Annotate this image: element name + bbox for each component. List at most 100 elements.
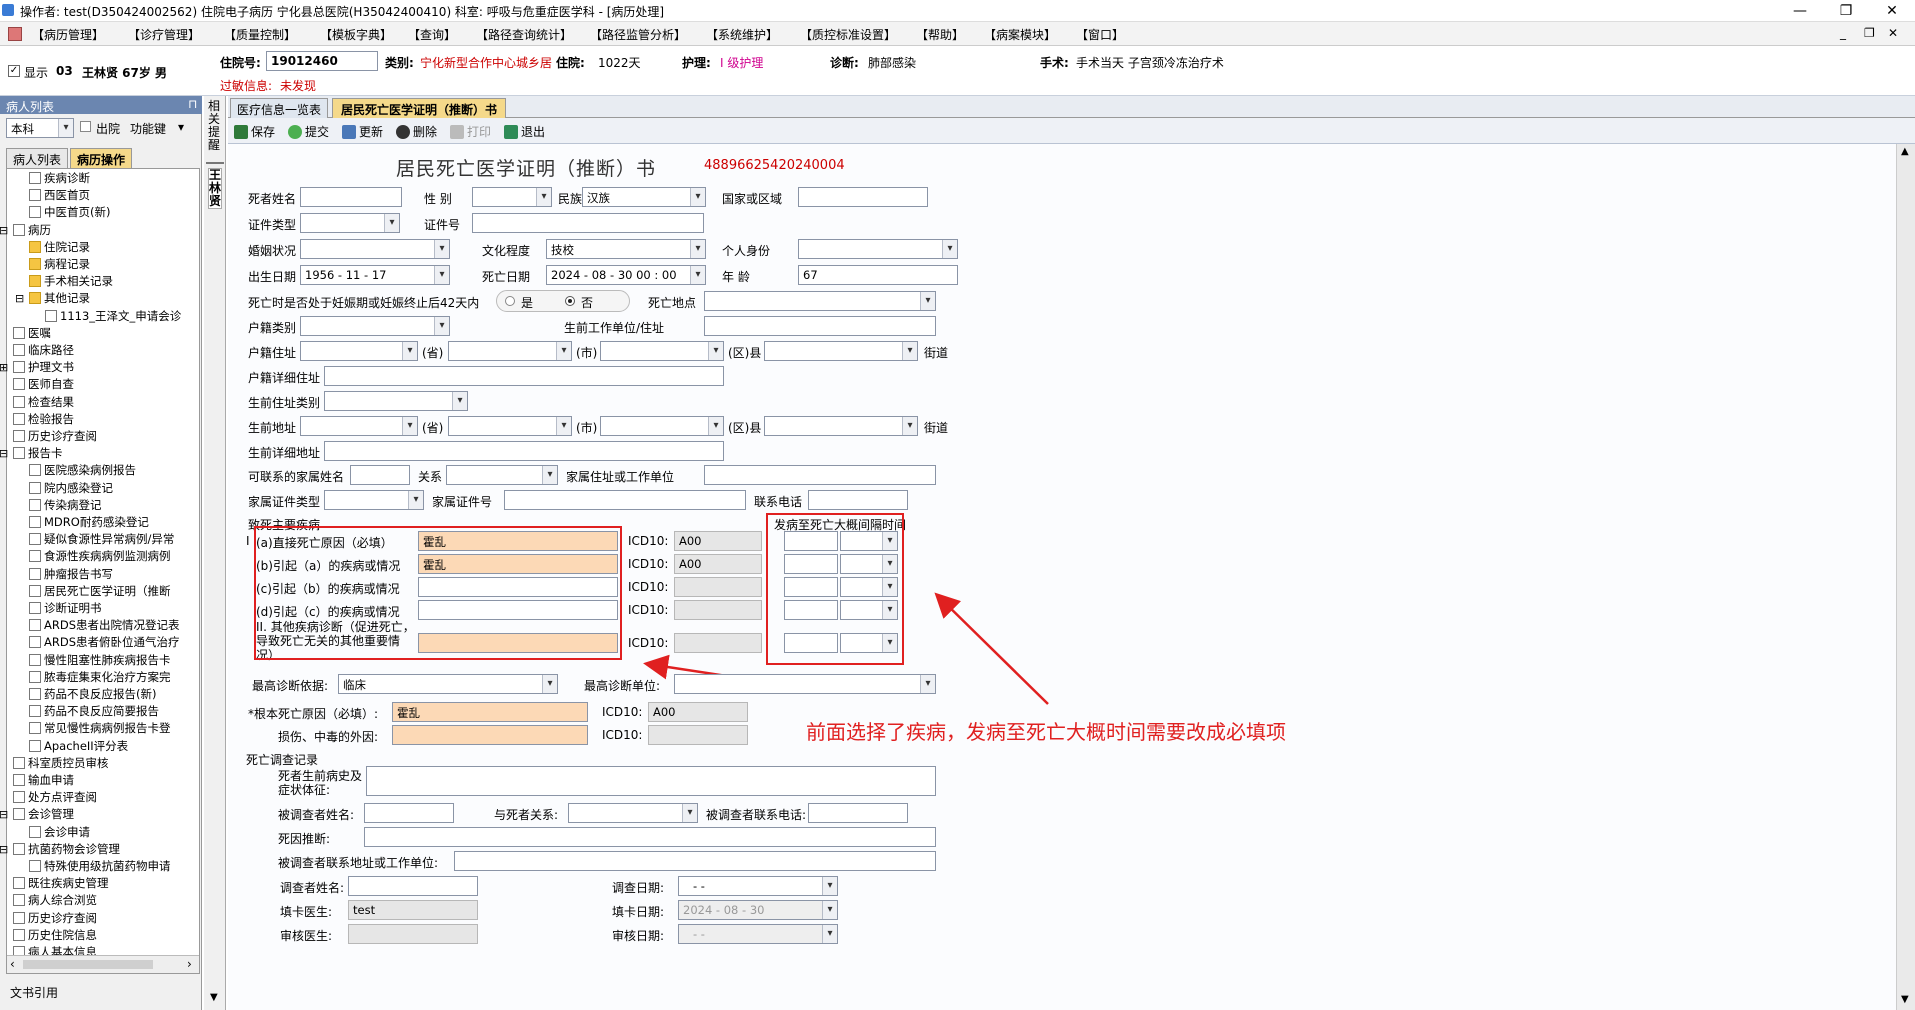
icd-other-input[interactable] — [674, 633, 762, 653]
app-menu-icon[interactable] — [8, 27, 22, 41]
live-city-select[interactable] — [448, 416, 572, 436]
function-key-button[interactable]: 功能键 — [130, 120, 166, 137]
collapse-icon[interactable]: ⊟ — [0, 807, 8, 822]
tab-record-ops[interactable]: 病历操作 — [70, 148, 133, 168]
contact-name-input[interactable] — [350, 465, 410, 485]
tree-item[interactable]: 食源性疾病病例监测病例 — [29, 549, 171, 564]
patient-name-tab[interactable]: 王林贤 — [208, 168, 222, 209]
discharged-checkbox[interactable] — [80, 121, 91, 132]
tree-item[interactable]: 疾病诊断 — [29, 171, 90, 186]
inner-close-icon[interactable]: ✕ — [1888, 26, 1898, 40]
hukou-street-select[interactable] — [764, 341, 918, 361]
sex-select[interactable] — [472, 187, 552, 207]
tree-item[interactable]: 手术相关记录 — [29, 274, 113, 289]
tab-patient-list[interactable]: 病人列表 — [6, 148, 69, 168]
tree-item[interactable]: 临床路径 — [13, 343, 74, 358]
print-button[interactable]: 打印 — [450, 123, 491, 140]
live-street-select[interactable] — [764, 416, 918, 436]
tree-item[interactable]: ⊟ 抗菌药物会诊管理 — [0, 842, 120, 857]
form-vscroll[interactable]: ▲ ▼ — [1896, 144, 1915, 1010]
submit-button[interactable]: 提交 — [288, 123, 329, 140]
tree-item[interactable]: ⊞ 护理文书 — [0, 360, 74, 375]
update-button[interactable]: 更新 — [342, 123, 383, 140]
education-select[interactable]: 技校 — [546, 239, 706, 259]
menu-path-stats[interactable]: 【路径查询统计】 — [476, 26, 572, 43]
tree-item[interactable]: ⊟ 会诊管理 — [0, 807, 74, 822]
menu-path-analysis[interactable]: 【路径监管分析】 — [590, 26, 686, 43]
doctor-input[interactable]: test — [348, 900, 478, 920]
tree-item[interactable]: 检验报告 — [13, 412, 74, 427]
tree-item[interactable]: 药品不良反应简要报告 — [29, 704, 159, 719]
scroll-thumb[interactable] — [23, 960, 153, 969]
id-type-select[interactable] — [300, 213, 400, 233]
ethnic-select[interactable]: 汉族 — [582, 187, 706, 207]
tree-item[interactable]: 脓毒症集束化治疗方案完 — [29, 670, 171, 685]
tree-item[interactable]: ARDS患者出院情况登记表 — [29, 618, 180, 633]
hukou-province-select[interactable] — [300, 341, 418, 361]
tree-item[interactable]: 医师自查 — [13, 377, 74, 392]
history-textarea[interactable] — [366, 766, 936, 796]
menu-qc-standard[interactable]: 【质控标准设置】 — [800, 26, 896, 43]
collapse-icon[interactable]: ⊟ — [0, 223, 8, 238]
icd-b-input[interactable]: A00 — [674, 554, 762, 574]
root-icd-input[interactable]: A00 — [648, 702, 748, 722]
tree-item[interactable]: ApacheII评分表 — [29, 739, 128, 754]
strip-scroll-down-icon[interactable]: ▼ — [210, 992, 218, 1003]
pin-icon[interactable]: ⊓ — [188, 97, 197, 111]
cause-infer-input[interactable] — [364, 827, 936, 847]
tree-item[interactable]: 输血申请 — [13, 773, 74, 788]
tab-death-certificate[interactable]: 居民死亡医学证明（推断）书 — [332, 98, 507, 118]
tree-item[interactable]: 西医首页 — [29, 188, 90, 203]
hukou-detail-input[interactable] — [324, 366, 724, 386]
hukou-type-select[interactable] — [300, 316, 450, 336]
scroll-up-icon[interactable]: ▲ — [1901, 146, 1909, 157]
highest-basis-select[interactable]: 临床 — [338, 674, 558, 694]
inner-restore-icon[interactable]: ❐ — [1864, 26, 1875, 40]
survey-date-picker[interactable]: - - — [678, 876, 838, 896]
id-no-input[interactable] — [472, 213, 704, 233]
tree-item[interactable]: ARDS患者俯卧位通气治疗 — [29, 635, 180, 650]
tree-item[interactable]: 居民死亡医学证明（推断 — [29, 584, 171, 599]
icd-a-input[interactable]: A00 — [674, 531, 762, 551]
menu-quality[interactable]: 【质量控制】 — [224, 26, 296, 43]
tree-item[interactable]: 住院记录 — [29, 240, 90, 255]
tree-item[interactable]: 中医首页(新) — [29, 205, 110, 220]
live-detail-input[interactable] — [324, 441, 724, 461]
family-id-type-select[interactable] — [324, 490, 424, 510]
tree-item[interactable]: 常见慢性病病例报告卡登 — [29, 721, 171, 736]
tree-item[interactable]: 药品不良反应报告(新) — [29, 687, 156, 702]
hukou-city-select[interactable] — [448, 341, 572, 361]
tree-item[interactable]: MDRO耐药感染登记 — [29, 515, 149, 530]
tree-item[interactable]: 1113_王泽文_申请会诊 — [45, 309, 181, 324]
tree-item[interactable]: 疑似食源性异常病例/异常 — [29, 532, 174, 547]
tree-item[interactable]: 医嘱 — [13, 326, 51, 341]
country-input[interactable] — [798, 187, 928, 207]
injury-input[interactable] — [392, 725, 588, 745]
surveyed-relation-select[interactable] — [568, 803, 698, 823]
menu-treatment[interactable]: 【诊疗管理】 — [128, 26, 200, 43]
tree-item[interactable]: 诊断证明书 — [29, 601, 102, 616]
icd-c-input[interactable] — [674, 577, 762, 597]
work-unit-input[interactable] — [704, 316, 936, 336]
tree-item[interactable]: 病人综合浏览 — [13, 893, 97, 908]
deceased-name-input[interactable] — [300, 187, 402, 207]
injury-icd-input[interactable] — [648, 725, 748, 745]
investigator-input[interactable] — [348, 876, 478, 896]
menu-help[interactable]: 【帮助】 — [916, 26, 964, 43]
menu-record-mgmt[interactable]: 【病历管理】 — [32, 26, 104, 43]
identity-select[interactable] — [798, 239, 958, 259]
tree-item[interactable]: ⊟ 其他记录 — [15, 291, 90, 306]
tree-item[interactable]: 历史诊疗查阅 — [13, 911, 97, 926]
phone-input[interactable] — [808, 490, 908, 510]
reviewer-input[interactable] — [348, 924, 478, 944]
minimize-icon[interactable]: — — [1780, 1, 1820, 21]
menu-window[interactable]: 【窗口】 — [1076, 26, 1124, 43]
scroll-right-icon[interactable]: › — [187, 957, 192, 971]
exit-button[interactable]: 退出 — [504, 123, 545, 140]
tree-item[interactable]: 传染病登记 — [29, 498, 102, 513]
expand-icon[interactable]: ⊞ — [0, 360, 8, 375]
restore-icon[interactable]: ❐ — [1826, 1, 1866, 21]
relation-select[interactable] — [446, 465, 558, 485]
birth-date-picker[interactable]: 1956 - 11 - 17 — [300, 265, 450, 285]
tree-item[interactable]: 医院感染病例报告 — [29, 463, 136, 478]
